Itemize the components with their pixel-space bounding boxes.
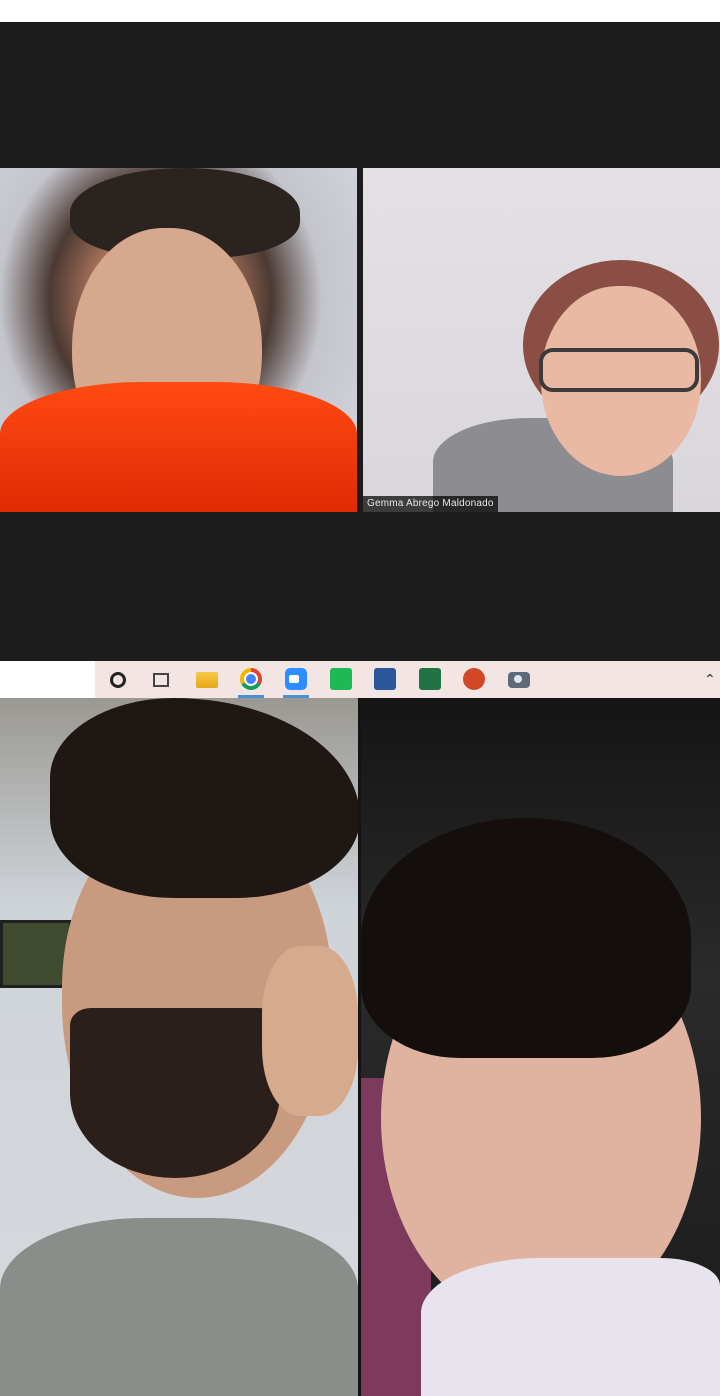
printed-cloth [421,1258,720,1396]
participant-glasses [539,348,699,392]
meeting-background-top [0,22,720,168]
taskbar-icons-area [95,661,720,698]
top-white-strip [0,0,720,22]
file-explorer-icon[interactable] [196,672,218,688]
powerpoint-icon[interactable] [463,668,485,690]
video-tile-participant-1[interactable] [0,168,357,512]
video-tile-participant-3[interactable] [0,698,358,1396]
spotify-icon[interactable] [330,668,352,690]
participant-name-label: Gemma Abrego Maldonado [363,496,498,512]
word-icon[interactable] [374,668,396,690]
camera-icon[interactable] [508,672,530,688]
excel-icon[interactable] [419,668,441,690]
participant-hair [361,818,691,1058]
participant-shirt [0,1218,358,1396]
chrome-icon[interactable] [240,668,262,690]
video-tile-participant-2[interactable]: Gemma Abrego Maldonado [363,168,720,512]
participant-beard [70,1008,280,1178]
chevron-up-icon[interactable]: ⌃ [704,668,716,690]
task-view-icon[interactable] [153,673,169,687]
search-circle-icon[interactable] [110,672,126,688]
windows-taskbar: ⌃ [0,661,720,698]
video-tile-participant-4[interactable] [361,698,720,1396]
meeting-background-middle [0,512,720,661]
participant-shirt [0,382,357,512]
participant-hair [50,698,358,898]
participant-hand [262,946,358,1116]
zoom-icon[interactable] [285,668,307,690]
